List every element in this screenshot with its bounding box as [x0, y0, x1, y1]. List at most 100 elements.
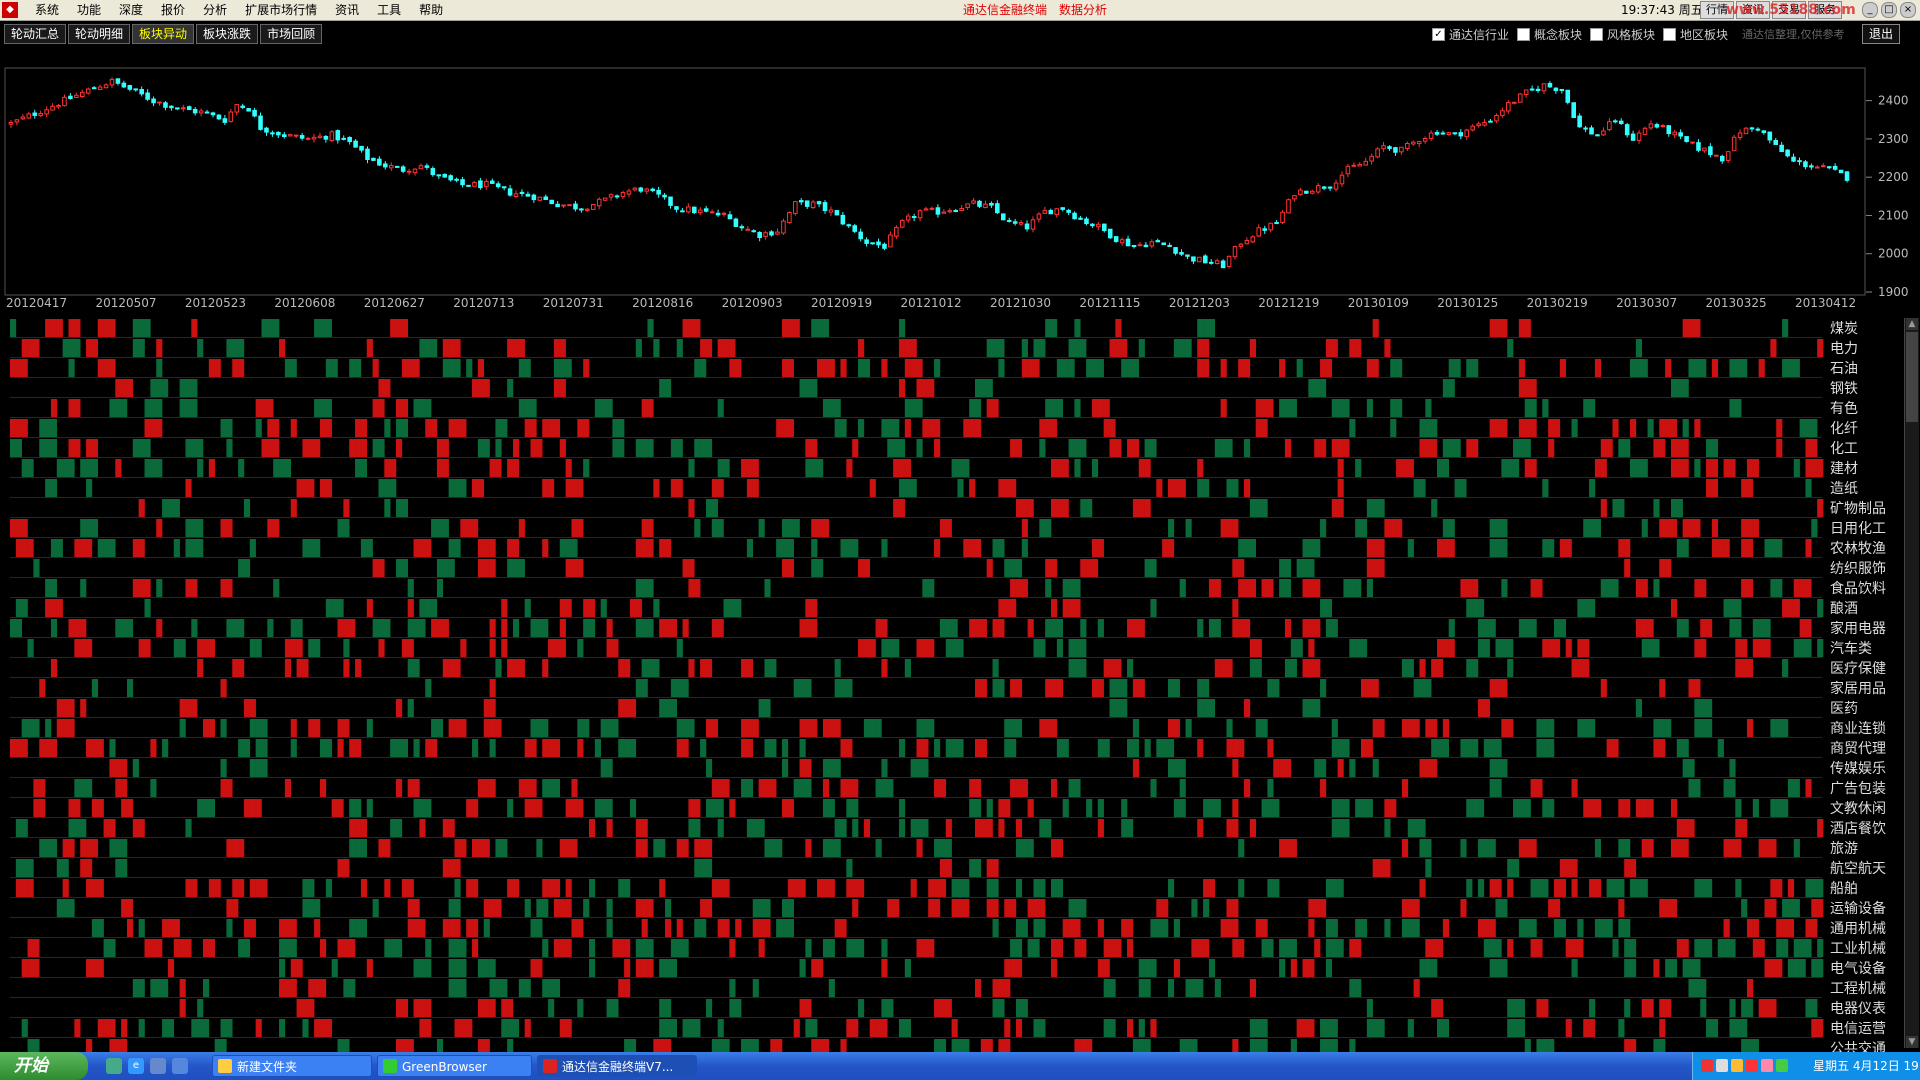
desktop-icon[interactable] [106, 1058, 122, 1074]
sector-label[interactable]: 船舶 [1830, 881, 1858, 897]
menu-item-analysis[interactable]: 分析 [194, 0, 236, 20]
tab-rotation-summary[interactable]: 轮动汇总 [4, 24, 67, 44]
heatmap-cell [279, 459, 286, 477]
sector-label[interactable]: 化纤 [1830, 421, 1858, 437]
heatmap-cell [10, 619, 17, 637]
sector-label[interactable]: 电气设备 [1830, 960, 1886, 977]
menu-item-quote[interactable]: 报价 [152, 0, 194, 20]
tab-sector-anomaly[interactable]: 板块异动 [132, 24, 195, 44]
sector-label[interactable]: 商贸代理 [1830, 741, 1886, 757]
sector-label[interactable]: 有色 [1830, 400, 1858, 417]
task-greenbrowser[interactable]: GreenBrowser [377, 1055, 532, 1077]
heatmap-cell [290, 419, 297, 437]
tab-rotation-detail[interactable]: 轮动明细 [68, 24, 131, 44]
scroll-up-icon[interactable]: ▲ [1906, 318, 1918, 330]
maximize-icon[interactable]: □ [1881, 2, 1897, 18]
tab-market-review[interactable]: 市场回顾 [260, 24, 323, 44]
scroll-thumb[interactable] [1906, 332, 1918, 422]
sector-label[interactable]: 电器仪表 [1830, 1001, 1886, 1017]
sector-label[interactable]: 家居用品 [1830, 680, 1886, 697]
sector-label[interactable]: 工业机械 [1830, 941, 1886, 957]
menu-item-tools[interactable]: 工具 [368, 0, 410, 20]
sector-label[interactable]: 汽车类 [1830, 640, 1872, 657]
sector-label[interactable]: 电力 [1830, 341, 1858, 357]
sector-label[interactable]: 文教休闲 [1830, 801, 1886, 817]
heatmap-cell [629, 1039, 637, 1052]
sector-label[interactable]: 钢铁 [1830, 381, 1858, 397]
scroll-down-icon[interactable]: ▼ [1906, 1036, 1918, 1048]
sector-label[interactable]: 食品饮料 [1830, 580, 1886, 597]
sector-label[interactable]: 石油 [1830, 361, 1858, 377]
sector-label[interactable]: 农林牧渔 [1830, 541, 1886, 557]
task-new-folder[interactable]: 新建文件夹 [212, 1055, 372, 1077]
filter-tdx-industry[interactable]: ✓ 通达信行业 [1432, 26, 1509, 43]
heatmap-scrollbar[interactable]: ▲ ▼ [1904, 318, 1919, 1048]
filter-region[interactable]: 地区板块 [1663, 26, 1728, 43]
explorer-icon[interactable] [150, 1058, 166, 1074]
heatmap-cell [1612, 739, 1619, 757]
sector-label[interactable]: 酒店餐饮 [1830, 821, 1886, 837]
tray-app-icon[interactable] [1701, 1059, 1713, 1072]
sector-label[interactable]: 化工 [1830, 441, 1858, 457]
sector-label[interactable]: 纺织服饰 [1830, 561, 1886, 577]
exit-button[interactable]: 退出 [1862, 24, 1901, 44]
checkbox-icon[interactable] [1590, 28, 1604, 41]
close-icon[interactable]: × [1900, 2, 1916, 18]
checkbox-icon[interactable] [1663, 28, 1677, 41]
filter-style[interactable]: 风格板块 [1590, 26, 1655, 43]
candle-body [20, 116, 26, 120]
menu-item-depth[interactable]: 深度 [110, 0, 152, 20]
sector-label[interactable]: 运输设备 [1830, 900, 1886, 917]
app-logo-icon[interactable]: ◆ [2, 2, 18, 18]
filter-concept[interactable]: 概念板块 [1517, 26, 1582, 43]
heatmap-cell [928, 379, 935, 397]
sector-label[interactable]: 商业连锁 [1830, 721, 1886, 737]
checkbox-icon[interactable] [1517, 28, 1531, 41]
tray-alert-icon[interactable] [1746, 1059, 1758, 1072]
index-candlestick-chart[interactable]: 240023002200210020001900 20120417 2012050… [0, 48, 1920, 312]
sector-label[interactable]: 酿酒 [1830, 601, 1858, 617]
sector-label[interactable]: 广告包装 [1830, 781, 1886, 797]
sector-label[interactable]: 公共交通 [1830, 1040, 1886, 1052]
sector-label[interactable]: 医药 [1830, 701, 1858, 717]
tray-volume-icon[interactable] [1776, 1059, 1788, 1072]
sector-label[interactable]: 传媒娱乐 [1830, 761, 1886, 777]
tray-qq-icon[interactable] [1761, 1059, 1773, 1072]
sector-label[interactable]: 矿物制品 [1830, 501, 1886, 517]
candle [1618, 118, 1624, 125]
sector-label[interactable]: 日用化工 [1830, 521, 1886, 537]
candle [270, 130, 275, 137]
menu-item-system[interactable]: 系统 [26, 0, 68, 20]
tray-clock[interactable]: 星期五 4月12日 19:37:44 [1813, 1052, 1920, 1080]
start-button[interactable]: 开始 [0, 1052, 88, 1080]
checkbox-checked-icon[interactable]: ✓ [1432, 28, 1445, 41]
browser-icon[interactable] [172, 1058, 188, 1074]
ie-icon[interactable]: e [128, 1058, 144, 1074]
tab-sector-change[interactable]: 板块涨跌 [196, 24, 259, 44]
sector-label[interactable]: 旅游 [1830, 841, 1858, 857]
sector-label[interactable]: 煤炭 [1830, 321, 1858, 337]
tray-network-icon[interactable] [1716, 1059, 1728, 1072]
heatmap-cell [167, 499, 175, 517]
sector-label[interactable]: 建材 [1830, 461, 1858, 477]
sector-label[interactable]: 工程机械 [1830, 981, 1886, 997]
sector-label[interactable]: 造纸 [1830, 481, 1858, 497]
sector-label[interactable]: 电信运营 [1830, 1021, 1886, 1037]
sector-label[interactable]: 通用机械 [1830, 921, 1886, 937]
heatmap-cell [10, 519, 17, 537]
heatmap-cell [939, 859, 947, 877]
task-tdx-terminal[interactable]: 通达信金融终端V7... [537, 1055, 697, 1077]
sector-label[interactable]: 医疗保健 [1830, 661, 1886, 677]
menu-item-help[interactable]: 帮助 [410, 0, 452, 20]
sector-label[interactable]: 航空航天 [1830, 861, 1886, 877]
heatmap-cell [577, 519, 584, 537]
minimize-icon[interactable]: _ [1862, 2, 1878, 18]
sector-label[interactable]: 家用电器 [1830, 620, 1886, 637]
menu-item-extended-market[interactable]: 扩展市场行情 [236, 0, 326, 20]
menu-item-news[interactable]: 资讯 [326, 0, 368, 20]
tray-shield-icon[interactable] [1731, 1059, 1743, 1072]
candle-body [1719, 155, 1725, 162]
heatmap-cell [1518, 799, 1526, 817]
sector-anomaly-heatmap[interactable]: 煤炭电力石油钢铁有色化纤化工建材造纸矿物制品日用化工农林牧渔纺织服饰食品饮料酿酒… [0, 314, 1904, 1052]
menu-item-function[interactable]: 功能 [68, 0, 110, 20]
